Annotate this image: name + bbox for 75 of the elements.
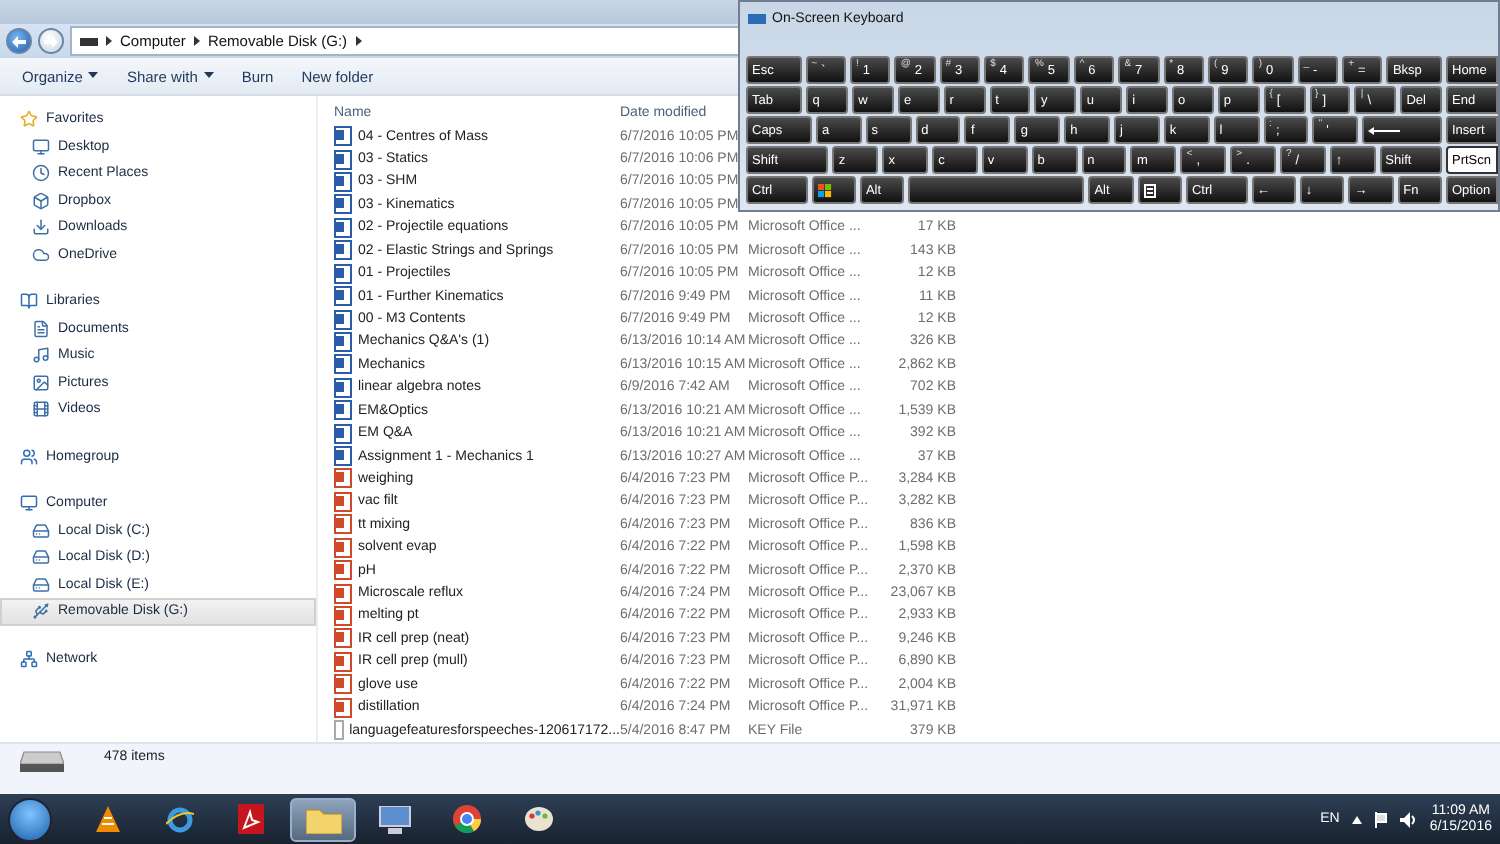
traffic-cone-icon <box>95 805 119 833</box>
document-icon <box>334 171 352 192</box>
computer-icon <box>378 805 412 833</box>
breadcrumb-arrow-icon <box>355 36 362 46</box>
star-icon <box>20 110 38 129</box>
document-icon <box>334 377 352 398</box>
usb-drive-icon <box>32 602 50 621</box>
monitor-icon <box>20 494 38 513</box>
document-icon <box>334 194 352 215</box>
slides-icon <box>334 674 352 695</box>
document-icon <box>334 400 352 421</box>
cloud-icon <box>32 245 50 264</box>
slides-icon <box>334 651 352 672</box>
up-arrow-icon[interactable] <box>1351 815 1362 823</box>
slides-icon <box>334 583 352 604</box>
forward-arrow-icon <box>44 35 58 47</box>
file-icon <box>334 720 344 741</box>
slides-icon <box>334 697 352 718</box>
slides-icon <box>334 628 352 649</box>
hard-drive-icon <box>32 575 50 594</box>
users-icon <box>20 447 38 466</box>
hard-drive-icon <box>32 521 50 540</box>
folder-icon <box>305 805 341 833</box>
slides-icon <box>334 605 352 626</box>
image-icon <box>32 373 50 392</box>
breadcrumb-arrow-icon <box>106 36 112 46</box>
breadcrumb-arrow-icon <box>193 36 200 46</box>
film-icon <box>32 400 50 419</box>
back-arrow-icon <box>12 35 26 47</box>
caret-icon <box>203 72 214 80</box>
document-icon <box>334 149 352 170</box>
document-icon <box>32 319 50 338</box>
start-button[interactable] <box>8 797 52 841</box>
network-icon <box>20 649 38 668</box>
drive-icon <box>80 37 98 45</box>
globe-e-icon <box>165 805 193 833</box>
document-icon <box>334 286 352 307</box>
document-icon <box>334 446 352 467</box>
flag-icon[interactable] <box>1373 811 1388 827</box>
enter-key[interactable] <box>1362 116 1442 144</box>
box-icon <box>32 191 50 210</box>
forward-button[interactable] <box>38 28 64 54</box>
slides-icon <box>334 468 352 489</box>
pdf-icon <box>238 804 264 834</box>
monitor-icon <box>32 137 50 156</box>
hard-drive-icon <box>32 548 50 567</box>
windows-key[interactable] <box>811 176 856 204</box>
document-icon <box>334 263 352 284</box>
keyboard-icon <box>748 13 766 23</box>
slides-icon <box>334 491 352 512</box>
space-key[interactable] <box>908 176 1085 204</box>
book-icon <box>20 292 38 311</box>
download-icon <box>32 218 50 237</box>
document-icon <box>334 217 352 238</box>
document-icon <box>334 240 352 261</box>
menu-icon <box>1143 183 1156 197</box>
document-icon <box>334 331 352 352</box>
slides-icon <box>334 514 352 535</box>
palette-icon <box>524 806 554 832</box>
menu-key[interactable] <box>1137 176 1182 204</box>
speaker-icon[interactable] <box>1399 811 1418 827</box>
document-icon <box>334 126 352 147</box>
windows-logo-icon <box>817 183 832 197</box>
back-button[interactable] <box>6 28 32 54</box>
enter-arrow-icon <box>1368 125 1401 135</box>
document-icon <box>334 309 352 329</box>
document-icon <box>334 423 352 444</box>
document-icon <box>334 354 352 375</box>
caret-icon <box>88 72 99 80</box>
slides-icon <box>334 537 352 558</box>
music-icon <box>32 346 50 365</box>
slides-icon <box>334 560 352 581</box>
taskbar-button[interactable] <box>290 797 356 841</box>
clock-icon <box>32 164 50 183</box>
circle-logo-icon <box>452 804 482 834</box>
